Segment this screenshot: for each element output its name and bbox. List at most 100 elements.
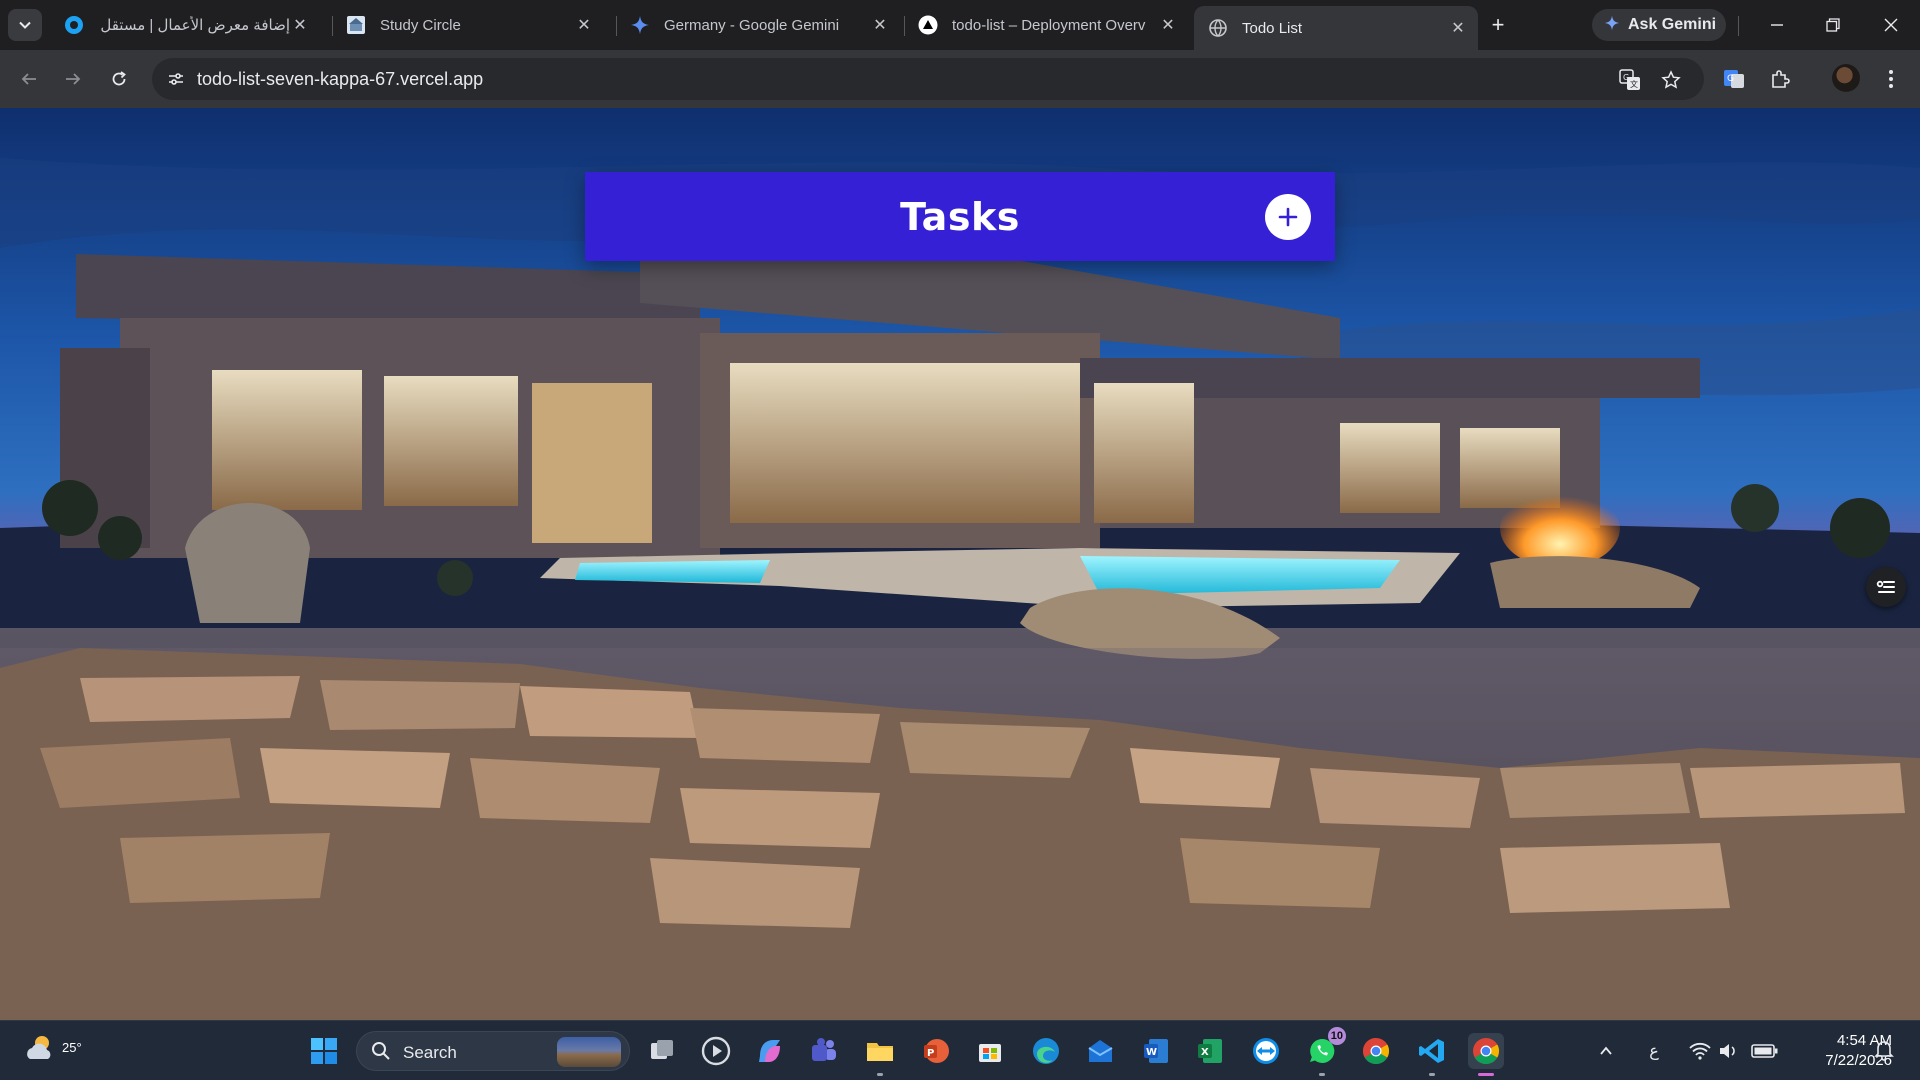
chevron-down-icon: [19, 21, 31, 29]
add-task-button[interactable]: [1265, 194, 1311, 240]
excel-icon: X: [1198, 1039, 1222, 1063]
close-icon[interactable]: ✕: [1448, 18, 1468, 38]
task-view-button[interactable]: [644, 1033, 680, 1069]
forward-button[interactable]: [58, 64, 88, 94]
media-player-app[interactable]: [698, 1033, 734, 1069]
taskbar-search[interactable]: Search: [356, 1031, 630, 1071]
translate-icon[interactable]: G文: [1617, 67, 1643, 93]
tab-todo-list[interactable]: Todo List ✕: [1194, 6, 1478, 50]
new-tab-button[interactable]: +: [1485, 12, 1511, 38]
study-circle-favicon-icon: [346, 15, 366, 35]
floating-menu-button[interactable]: [1866, 567, 1906, 607]
powerpoint-app[interactable]: P: [918, 1033, 954, 1069]
svg-text:X: X: [1201, 1047, 1209, 1058]
gemini-favicon-icon: [630, 15, 650, 35]
url-text[interactable]: todo-list-seven-kappa-67.vercel.app: [197, 69, 483, 90]
teams-icon: [812, 1038, 836, 1061]
tab-vercel[interactable]: todo-list – Deployment Overv ✕: [904, 8, 1188, 42]
chrome-icon: [1473, 1038, 1500, 1065]
outlook-icon: [1088, 1040, 1113, 1062]
list-settings-icon: [1876, 580, 1895, 593]
plus-icon: [1278, 207, 1298, 227]
close-icon[interactable]: ✕: [1158, 15, 1178, 35]
bookmark-star-icon[interactable]: [1658, 67, 1684, 93]
search-icon: [371, 1041, 391, 1066]
notification-bell-icon[interactable]: [1874, 1039, 1898, 1063]
back-button[interactable]: [14, 64, 44, 94]
chrome-app[interactable]: [1358, 1033, 1394, 1069]
svg-text:P: P: [927, 1048, 934, 1059]
site-info-icon[interactable]: [164, 67, 188, 91]
volume-icon[interactable]: [1716, 1039, 1740, 1063]
close-window-button[interactable]: [1876, 10, 1906, 40]
word-icon: W: [1144, 1039, 1168, 1063]
tab-divider: [1738, 16, 1739, 36]
gemini-icon: [1604, 15, 1620, 36]
copilot-icon: [759, 1040, 780, 1062]
chrome-active-app[interactable]: [1468, 1033, 1504, 1076]
start-button[interactable]: [306, 1033, 342, 1069]
whatsapp-app[interactable]: 10: [1304, 1027, 1346, 1076]
folder-icon: [867, 1043, 893, 1061]
windows-taskbar: 25° Search P W X 10 ع 4:54 AM 7/22/2026: [0, 1020, 1920, 1080]
running-indicator: [877, 1073, 883, 1076]
search-label: Search: [403, 1043, 457, 1062]
extensions-puzzle-icon[interactable]: [1765, 64, 1795, 94]
weather-cloud-sun-icon: [27, 1036, 51, 1059]
close-icon[interactable]: ✕: [870, 15, 890, 35]
tasks-header: Tasks: [585, 172, 1335, 261]
file-explorer-app[interactable]: [862, 1033, 898, 1076]
globe-favicon-icon: [1208, 18, 1228, 38]
ask-gemini-label: Ask Gemini: [1628, 16, 1717, 33]
task-view-icon: [651, 1040, 673, 1059]
tab-search-button[interactable]: [8, 9, 42, 41]
teamviewer-icon: [1253, 1038, 1279, 1064]
battery-icon[interactable]: [1750, 1039, 1780, 1063]
wifi-icon[interactable]: [1688, 1039, 1712, 1063]
ask-gemini-button[interactable]: Ask Gemini: [1592, 9, 1726, 41]
restore-button[interactable]: [1818, 10, 1848, 40]
more-menu-icon[interactable]: [1876, 64, 1906, 94]
page-title: Tasks: [900, 194, 1020, 239]
browser-toolbar: todo-list-seven-kappa-67.vercel.app G文 G: [0, 50, 1920, 108]
copilot-app[interactable]: [752, 1033, 788, 1069]
show-hidden-icons-chevron-up-icon[interactable]: [1594, 1039, 1618, 1063]
edge-icon: [1033, 1038, 1059, 1064]
page-viewport: Tasks: [0, 108, 1920, 1020]
excel-app[interactable]: X: [1192, 1033, 1228, 1069]
arrow-right-icon: [66, 73, 81, 85]
teamviewer-app[interactable]: [1248, 1033, 1284, 1069]
tab-gemini[interactable]: Germany - Google Gemini ✕: [616, 8, 900, 42]
tab-title: Germany - Google Gemini: [664, 16, 840, 34]
google-translate-extension-icon[interactable]: G: [1719, 64, 1749, 94]
tab-title: إضافة معرض الأعمال | مستقل: [100, 17, 290, 34]
weather-temperature: 25°: [62, 1040, 82, 1055]
reload-icon: [112, 71, 126, 86]
teams-app[interactable]: [806, 1033, 842, 1069]
language-indicator[interactable]: ع: [1642, 1039, 1666, 1063]
windows-logo-icon: [311, 1038, 337, 1064]
tab-title: todo-list – Deployment Overv: [952, 16, 1146, 34]
tab-mostaql[interactable]: إضافة معرض الأعمال | مستقل ✕: [50, 8, 320, 42]
running-indicator: [1478, 1073, 1494, 1076]
svg-text:G: G: [1727, 74, 1734, 84]
mostaql-favicon-icon: [64, 15, 84, 35]
profile-avatar[interactable]: [1832, 64, 1860, 92]
vscode-icon: [1419, 1039, 1444, 1063]
tab-study-circle[interactable]: Study Circle ✕: [332, 8, 604, 42]
reload-button[interactable]: [104, 64, 134, 94]
edge-app[interactable]: [1028, 1033, 1064, 1069]
address-bar[interactable]: todo-list-seven-kappa-67.vercel.app G文: [152, 58, 1704, 100]
outlook-app[interactable]: [1082, 1033, 1118, 1069]
microsoft-store-app[interactable]: [972, 1033, 1008, 1069]
word-app[interactable]: W: [1138, 1033, 1174, 1069]
close-icon[interactable]: ✕: [290, 15, 310, 35]
weather-widget[interactable]: 25°: [22, 1031, 82, 1071]
vscode-app[interactable]: [1414, 1033, 1450, 1076]
vercel-favicon-icon: [918, 15, 938, 35]
close-icon[interactable]: ✕: [574, 15, 594, 35]
minimize-icon: [1771, 24, 1783, 26]
search-highlight-image: [557, 1037, 621, 1067]
minimize-button[interactable]: [1762, 10, 1792, 40]
running-indicator: [1429, 1073, 1435, 1076]
